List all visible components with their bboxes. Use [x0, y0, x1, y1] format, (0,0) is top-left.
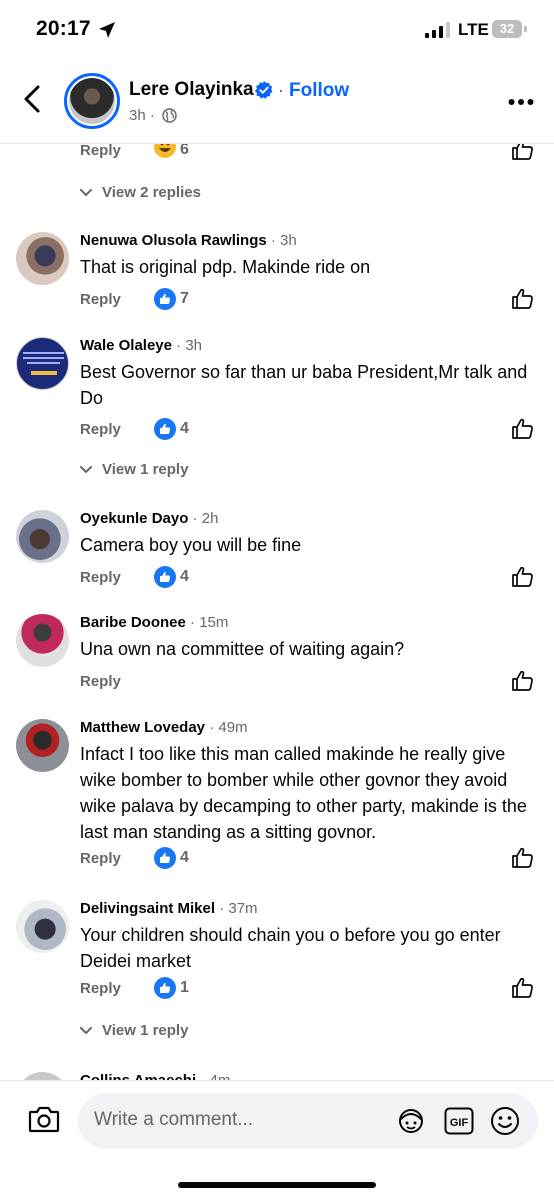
- comment-input[interactable]: Write a comment... GIF: [78, 1093, 538, 1149]
- emoji-icon[interactable]: [490, 1106, 520, 1136]
- comment-text: Una own na committee of waiting again?: [80, 639, 405, 659]
- svg-text:GIF: GIF: [450, 1117, 469, 1129]
- view-replies-button[interactable]: View 1 reply: [80, 1022, 188, 1039]
- post-time: 3h ·: [129, 107, 155, 124]
- comment-text: Best Governor so far than ur baba Presid…: [80, 362, 528, 408]
- like-reaction-icon: [154, 566, 176, 588]
- reply-button[interactable]: Reply: [80, 421, 121, 438]
- signal-icon: [425, 22, 450, 38]
- like-reaction-icon: [154, 977, 176, 999]
- comment-text: Camera boy you will be fine: [80, 535, 302, 555]
- verified-badge-icon: [255, 81, 273, 99]
- reaction-count: 1: [180, 979, 189, 996]
- location-arrow-icon: [99, 22, 115, 38]
- like-thumb-icon[interactable]: [511, 846, 535, 870]
- haha-reaction-icon: [154, 144, 176, 158]
- view-replies-button[interactable]: View 1 reply: [80, 461, 188, 478]
- reaction-count: 7: [180, 290, 189, 307]
- commenter-name[interactable]: Nenuwa Olusola Rawlings · 3h: [80, 232, 297, 249]
- camera-icon[interactable]: [28, 1105, 60, 1133]
- commenter-name[interactable]: Baribe Doonee · 15m: [80, 614, 228, 631]
- like-thumb-icon[interactable]: [511, 417, 535, 441]
- view-replies-button[interactable]: View 2 replies: [80, 184, 201, 201]
- like-thumb-icon[interactable]: [511, 565, 535, 589]
- reaction-count: 4: [180, 849, 189, 866]
- like-thumb-icon[interactable]: [511, 976, 535, 1000]
- page-avatar[interactable]: [64, 73, 120, 129]
- more-options-icon[interactable]: [508, 98, 534, 106]
- avatar[interactable]: [16, 1072, 69, 1080]
- avatar[interactable]: [16, 232, 69, 285]
- commenter-name[interactable]: Oyekunle Dayo · 2h: [80, 510, 218, 527]
- status-bar: 20:17 LTE 32: [0, 0, 554, 62]
- reply-button[interactable]: Reply: [80, 144, 121, 159]
- like-thumb-icon[interactable]: [511, 144, 535, 162]
- home-indicator: [178, 1182, 376, 1188]
- reply-button[interactable]: Reply: [80, 673, 121, 690]
- battery-tip: [524, 26, 527, 32]
- commenter-name[interactable]: Wale Olaleye · 3h: [80, 337, 202, 354]
- reply-button[interactable]: Reply: [80, 980, 121, 997]
- reply-button[interactable]: Reply: [80, 850, 121, 867]
- reaction-count: 4: [180, 568, 189, 585]
- avatar-sticker-icon[interactable]: [396, 1106, 426, 1136]
- like-thumb-icon[interactable]: [511, 669, 535, 693]
- page-name[interactable]: Lere Olayinka: [129, 79, 254, 101]
- comment-text: Infact I too like this man called makind…: [80, 744, 527, 842]
- reply-button[interactable]: Reply: [80, 569, 121, 586]
- chevron-down-icon: [80, 189, 92, 197]
- header-dot: ·: [278, 80, 284, 100]
- like-reaction-icon: [154, 847, 176, 869]
- post-header: Lere Olayinka · Follow 3h ·: [0, 62, 554, 144]
- chevron-down-icon: [80, 466, 92, 474]
- avatar[interactable]: [16, 719, 69, 772]
- comment-composer: Write a comment... GIF: [0, 1080, 554, 1199]
- like-reaction-icon: [154, 288, 176, 310]
- avatar[interactable]: [16, 337, 69, 390]
- reaction-count: 6: [180, 144, 189, 158]
- network-label: LTE: [458, 20, 489, 39]
- commenter-name[interactable]: Collins Amaechi · 4m: [80, 1072, 230, 1080]
- chevron-down-icon: [80, 1027, 92, 1035]
- back-arrow-icon[interactable]: [20, 84, 46, 114]
- commenter-name[interactable]: Matthew Loveday · 49m: [80, 719, 248, 736]
- gif-icon[interactable]: GIF: [444, 1107, 474, 1135]
- avatar[interactable]: [16, 510, 69, 563]
- follow-button[interactable]: Follow: [289, 80, 349, 102]
- comment-text: That is original pdp. Makinde ride on: [80, 257, 371, 277]
- comments-list[interactable]: Reply 6 View 2 replies Nenuwa Olusola Ra…: [0, 144, 554, 1080]
- comment-placeholder: Write a comment...: [94, 1109, 254, 1130]
- avatar[interactable]: [16, 614, 69, 667]
- like-thumb-icon[interactable]: [511, 287, 535, 311]
- commenter-name[interactable]: Delivingsaint Mikel · 37m: [80, 900, 258, 917]
- battery-icon: 32: [492, 20, 522, 38]
- status-time: 20:17: [36, 17, 91, 40]
- reaction-count: 4: [180, 420, 189, 437]
- globe-icon: [162, 108, 177, 123]
- like-reaction-icon: [154, 418, 176, 440]
- comment-text: Your children should chain you o before …: [80, 925, 501, 971]
- avatar[interactable]: [16, 900, 69, 953]
- reply-button[interactable]: Reply: [80, 291, 121, 308]
